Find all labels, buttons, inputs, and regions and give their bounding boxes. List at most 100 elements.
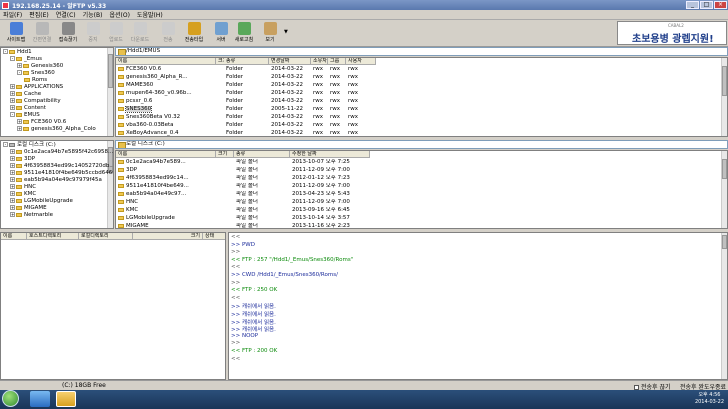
table-row[interactable]: MAME360 Folder 2014-03-22 rwx rwx rwx <box>116 82 727 89</box>
collapse-icon[interactable]: - <box>10 112 15 117</box>
ie-taskbar-icon[interactable] <box>30 391 50 407</box>
tree-item[interactable]: +3DP <box>1 156 113 163</box>
table-row[interactable]: genesis360_Alpha_R... Folder 2014-03-22 rwx… <box>116 74 727 81</box>
expand-icon[interactable]: + <box>10 177 15 182</box>
transfer-queue[interactable]: 이름 호스트디렉토리 로컬디렉토리 크기 상태 <box>0 232 226 380</box>
table-row[interactable]: MIGAME 파일 폴더 2013-11-16 오후 2:23 <box>116 223 727 228</box>
menu-function[interactable]: 기능(B) <box>83 10 103 19</box>
table-row[interactable]: 3DP 파일 폴더 2011-12-09 오후 7:00 <box>116 167 727 174</box>
menu-options[interactable]: 옵션(O) <box>109 10 129 19</box>
table-row[interactable]: XeBoyAdvance_0.4 Folder 2014-03-22 rwx rwx rw… <box>116 130 727 136</box>
system-clock[interactable]: 오후 4:56 2014-03-22 <box>695 392 724 406</box>
tree-item[interactable]: + FCE360 V0.6 <box>1 119 113 126</box>
tree-item[interactable]: Roms <box>1 77 113 84</box>
tree-item[interactable]: + Cache <box>1 91 113 98</box>
expand-icon[interactable]: + <box>10 149 15 154</box>
expand-icon[interactable]: + <box>10 156 15 161</box>
toolbar-button[interactable]: 사이트맵 <box>3 22 29 43</box>
tree-item[interactable]: + KMC <box>1 191 113 198</box>
expand-icon[interactable]: + <box>10 170 15 175</box>
expand-icon[interactable]: + <box>17 119 22 124</box>
expand-icon[interactable]: + <box>10 84 15 89</box>
toolbar-button[interactable]: 다운로드 <box>127 22 153 43</box>
table-row[interactable]: 0c1e2aca94b7e589... 파일 폴더 2013-10-07 오후 7:… <box>116 159 727 166</box>
table-row[interactable]: FCE360 V0.6 Folder 2014-03-22 rwx rwx rwx <box>116 66 727 73</box>
menu-connect[interactable]: 연결(C) <box>56 10 76 19</box>
tree-item[interactable]: + Netmarble <box>1 212 113 219</box>
start-button[interactable] <box>2 390 19 407</box>
view-dropdown-icon[interactable]: ▼ <box>284 29 288 35</box>
menu-file[interactable]: 파일(F) <box>3 10 22 19</box>
table-row[interactable]: Snes360Beta V0.32 Folder 2014-03-22 rwx rwx r… <box>116 114 727 121</box>
menu-help[interactable]: 도움말(H) <box>137 10 163 19</box>
toolbar-button[interactable]: 전송타입 <box>181 22 207 43</box>
expand-icon[interactable]: + <box>10 98 15 103</box>
tree-item[interactable]: - 로컬 디스크 (C:) <box>1 142 113 149</box>
tree-item[interactable]: + Compatibility <box>1 98 113 105</box>
column-header[interactable]: 이름 <box>116 151 216 158</box>
expand-icon[interactable]: + <box>10 212 15 217</box>
tree-item[interactable]: + eab5b94a04e49c97979f45a <box>1 177 113 184</box>
expand-icon[interactable]: + <box>10 91 15 96</box>
menu-edit[interactable]: 편집(E) <box>29 10 49 19</box>
collapse-icon[interactable]: - <box>3 142 8 147</box>
table-row[interactable]: mupen64-360_v0.96b... Folder 2014-03-22 rwx… <box>116 90 727 97</box>
table-row[interactable]: HNC 파일 폴더 2011-12-09 오후 7:00 <box>116 199 727 206</box>
tree-item[interactable]: - EMUS <box>1 112 113 119</box>
remote-folder-tree[interactable]: - Hdd1- _Emus + Genesis360- Snes360 Roms + APPLI… <box>0 47 114 137</box>
column-header[interactable]: 크기 <box>133 233 203 240</box>
tree-item[interactable]: + LGMobileUpgrade <box>1 198 113 205</box>
ad-banner[interactable]: CABAL2 초보용병 광렙지원! <box>617 21 727 45</box>
expand-icon[interactable]: + <box>10 163 15 168</box>
expand-icon[interactable]: + <box>10 205 15 210</box>
tree-item[interactable]: +4f63958834ed99c14052720db... <box>1 163 113 170</box>
column-header[interactable]: 로컬디렉토리 <box>79 233 133 240</box>
local-file-list[interactable]: 이름 크기 종류 수정한 날짜 0c1e2aca94b7e589... 파일 폴더 2013… <box>115 150 728 229</box>
column-header[interactable]: 크기 <box>216 151 234 158</box>
column-header[interactable]: 호스트디렉토리 <box>27 233 79 240</box>
column-header[interactable]: 종류 <box>234 151 290 158</box>
expand-icon[interactable]: + <box>10 198 15 203</box>
toolbar-button[interactable]: 전송 <box>155 22 181 43</box>
alftp-taskbar-icon[interactable] <box>56 391 76 407</box>
table-row[interactable]: 9511e41810f4be649... 파일 폴더 2011-12-09 오후 7… <box>116 183 727 190</box>
table-row[interactable]: pcsxr_0.6 Folder 2014-03-22 rwx rwx rwx <box>116 98 727 105</box>
column-header[interactable]: 이름 <box>1 233 27 240</box>
minimize-button[interactable]: _ <box>686 1 699 9</box>
local-folder-tree[interactable]: - 로컬 디스크 (C:) +0c1e2aca94b7e5895f42c6958..… <box>0 140 114 229</box>
tree-item[interactable]: + MIGAME <box>1 205 113 212</box>
column-header[interactable]: 그룹 <box>328 58 346 65</box>
tree-item[interactable]: + APPLICATIONS <box>1 84 113 91</box>
tree-item[interactable]: - _Emus <box>1 56 113 63</box>
column-header[interactable]: 상태 <box>203 233 225 240</box>
expand-icon[interactable]: + <box>10 191 15 196</box>
expand-icon[interactable]: + <box>10 105 15 110</box>
expand-icon[interactable]: + <box>10 184 15 189</box>
toolbar-button[interactable]: 보기 <box>257 22 283 43</box>
toolbar-button[interactable]: 업로드 <box>103 22 129 43</box>
table-row[interactable]: eab5b94a04e49c97... 파일 폴더 2013-04-23 오후 5:… <box>116 191 727 198</box>
table-row[interactable]: vba360-0.03Beta Folder 2014-03-22 rwx rwx rwx <box>116 122 727 129</box>
column-header[interactable]: 종류 <box>224 58 269 65</box>
table-row[interactable]: SNES360 Folder 2005-11-22 rwx rwx rwx <box>116 106 727 113</box>
maximize-button[interactable]: □ <box>700 1 713 9</box>
tree-item[interactable]: - Snes360 <box>1 70 113 77</box>
expand-icon[interactable]: + <box>17 126 22 131</box>
log-scrollbar[interactable] <box>721 233 727 379</box>
toolbar-button[interactable]: 새로고침 <box>231 22 257 43</box>
tree-item[interactable]: +9511e41810f4be649b5ccbd646f <box>1 170 113 177</box>
tree-item[interactable]: + genesis360_Alpha_Colo <box>1 126 113 133</box>
local-address-bar[interactable]: 로컬 디스크 (C:) <box>115 140 728 149</box>
collapse-icon[interactable]: - <box>3 49 8 54</box>
tree-item[interactable]: - Hdd1 <box>1 49 113 56</box>
table-row[interactable]: KMC 파일 폴더 2013-09-16 오후 6:45 <box>116 207 727 214</box>
toolbar-button[interactable]: 간편연결 <box>29 22 55 43</box>
column-header[interactable]: 수정한 날짜 <box>290 151 370 158</box>
table-row[interactable]: 4f63958834ed99c14... 파일 폴더 2012-01-12 오후 7… <box>116 175 727 182</box>
tree-item[interactable]: + Genesis360 <box>1 63 113 70</box>
column-header[interactable]: 변경날짜 <box>269 58 311 65</box>
column-header[interactable]: 이름 <box>116 58 216 65</box>
remote-address-bar[interactable]: /Hdd1/EMUS <box>115 47 728 56</box>
toolbar-button[interactable]: 접속끊기 <box>55 22 81 43</box>
collapse-icon[interactable]: - <box>10 56 15 61</box>
